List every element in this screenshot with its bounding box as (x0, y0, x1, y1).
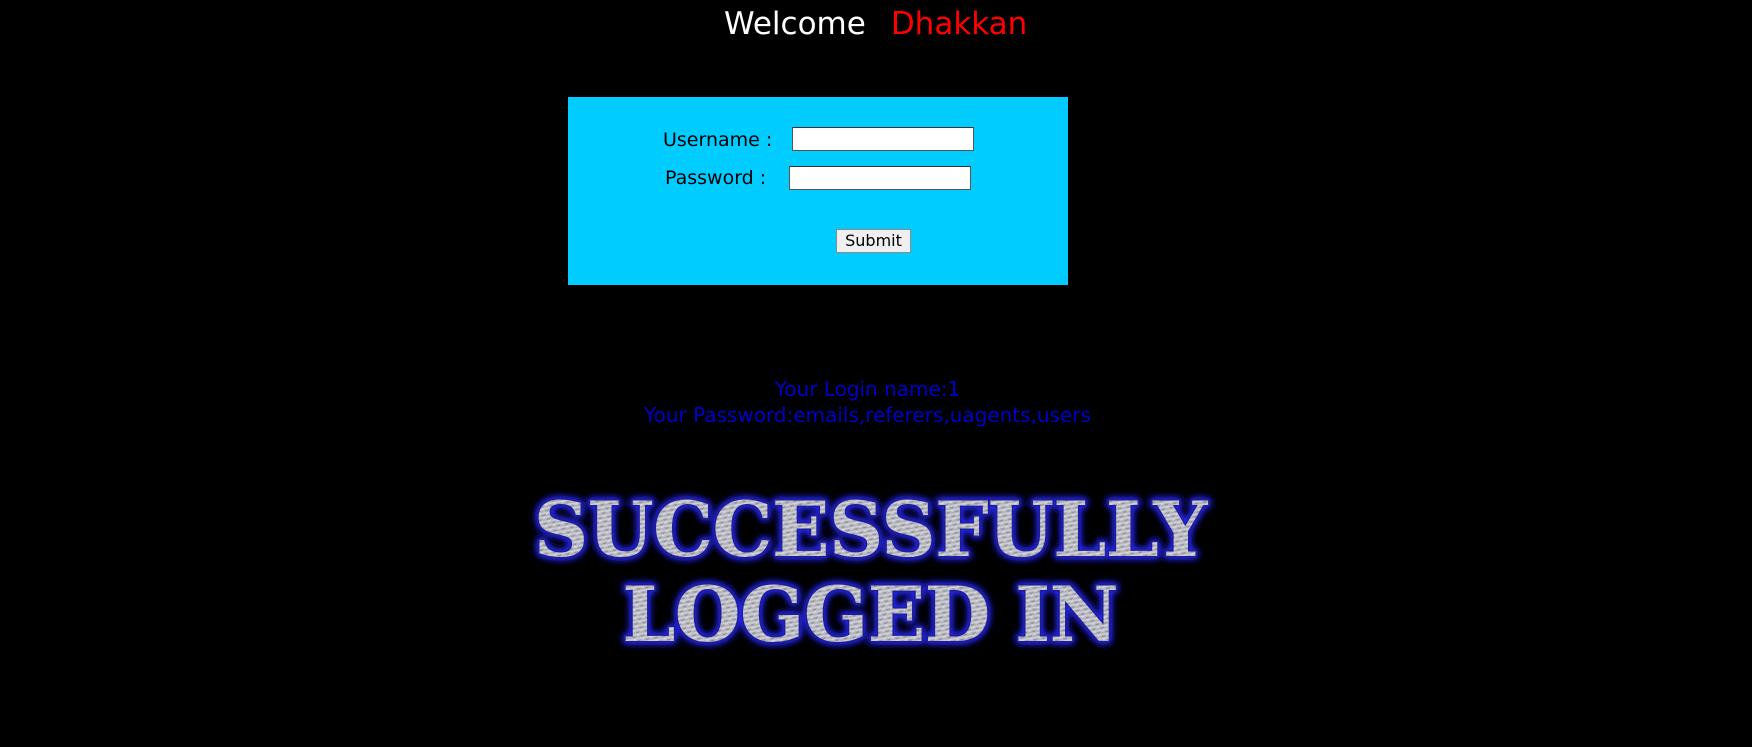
password-result: Your Password:emails,referers,uagents,us… (644, 403, 1091, 427)
submit-button[interactable]: Submit (836, 229, 911, 253)
login-form: Username : Password : Submit (568, 97, 1068, 285)
welcome-heading: Welcome Dhakkan (724, 6, 1027, 42)
login-name-result: Your Login name:1 (774, 377, 961, 401)
welcome-word: Welcome (724, 6, 866, 42)
banner-line-2: LOGGED IN (622, 570, 1118, 656)
success-banner: SUCCESSFULLY LOGGED IN (532, 486, 1210, 656)
password-input[interactable] (789, 166, 971, 190)
banner-line-1: SUCCESSFULLY (534, 486, 1208, 574)
username-input[interactable] (792, 127, 974, 151)
password-label: Password : (665, 167, 767, 189)
username-label: Username : (663, 129, 773, 151)
user-name: Dhakkan (890, 6, 1028, 42)
page: Welcome Dhakkan Username : Password : Sub… (0, 0, 1752, 747)
